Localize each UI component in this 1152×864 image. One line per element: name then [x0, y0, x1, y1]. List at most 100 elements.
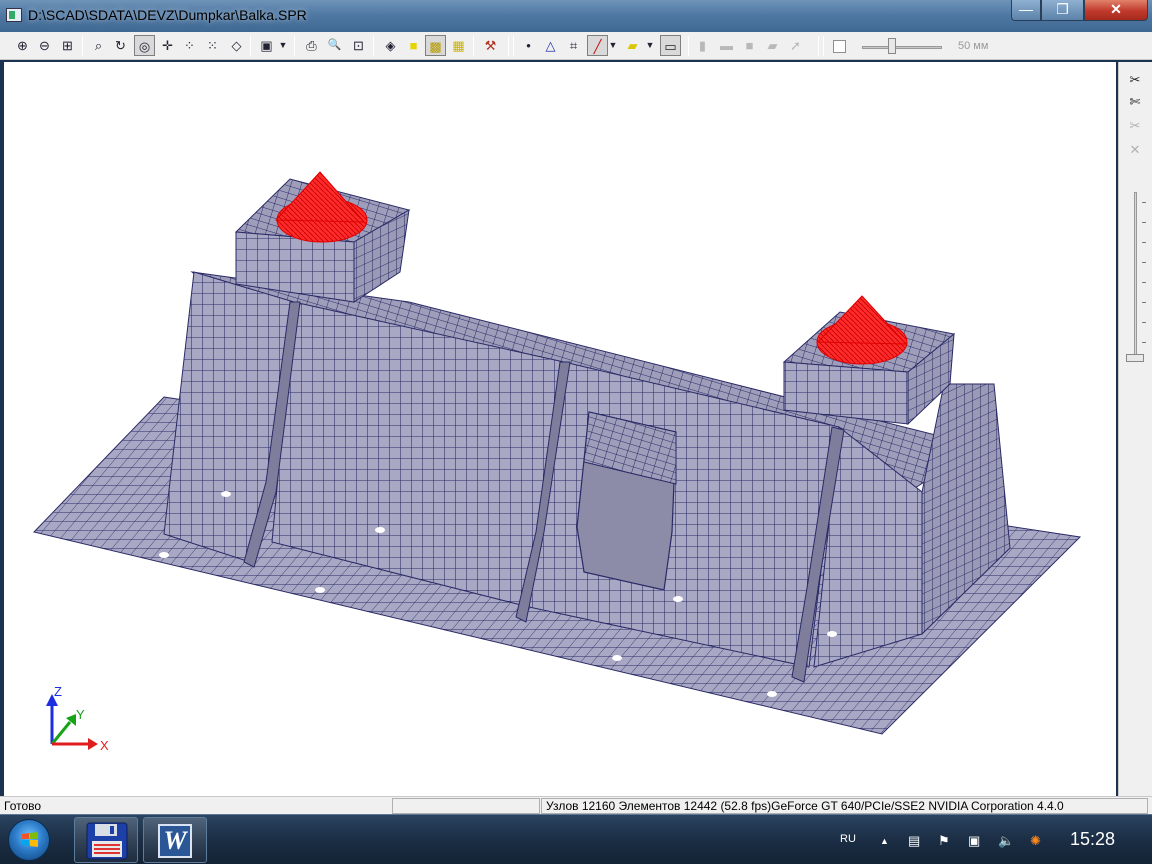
slider-tick [1142, 262, 1146, 263]
solid-cube-icon[interactable]: ▦ [448, 35, 469, 56]
model-viewport[interactable]: Z Y X [4, 62, 1116, 796]
settings-hammer-icon[interactable]: ⚒ [480, 35, 501, 56]
minimize-button[interactable]: — [1011, 0, 1041, 21]
bolt-hole [673, 596, 683, 602]
filter3-icon[interactable]: ■ [739, 35, 760, 56]
preview-icon[interactable]: 🔍 [324, 35, 345, 56]
avast-icon[interactable]: ✺ [1030, 833, 1041, 849]
status-text: Готово [4, 799, 42, 813]
windows-logo-icon [22, 832, 38, 847]
start-button[interactable] [8, 819, 50, 861]
filter4-icon[interactable]: ▰ [762, 35, 783, 56]
restore-fragment-icon[interactable]: ⁙ [202, 35, 223, 56]
cut-plane-slider-thumb[interactable] [1126, 354, 1144, 362]
clock[interactable]: 15:28 [1070, 829, 1115, 850]
bolt-hole [221, 491, 231, 497]
toolbar-separator [508, 36, 509, 56]
thickness-checkbox[interactable] [833, 40, 846, 53]
solid-yellow-icon[interactable]: ■ [403, 35, 424, 56]
load-cone-right [816, 295, 908, 365]
chevron-down-icon[interactable]: ▼ [644, 35, 656, 56]
print-icon[interactable]: ⎙ [301, 35, 322, 56]
app-icon[interactable] [6, 8, 22, 22]
show-hidden-icons-icon[interactable]: ▲ [880, 836, 889, 846]
bolt-hole [375, 527, 385, 533]
toolbar-separator [473, 36, 474, 56]
view-cube-icon[interactable]: ▣ [256, 35, 277, 56]
fe-model-view[interactable]: Z Y X [4, 62, 1116, 796]
fragment-icon[interactable]: ⁘ [179, 35, 200, 56]
bolt-hole [767, 691, 777, 697]
slider-tick [1142, 322, 1146, 323]
bars-icon[interactable]: ╱ [587, 35, 608, 56]
volume-icon[interactable]: 🔈 [998, 833, 1014, 849]
bolt-hole [159, 552, 169, 558]
export-icon[interactable]: ⊡ [348, 35, 369, 56]
tray-app-icon[interactable]: ▤ [908, 833, 920, 849]
bolt-hole [827, 631, 837, 637]
toolbar: ⊕ ⊖ ⊞ ⌕ ↻ ◎ ✛ ⁘ ⁙ ◇ ▣ ▼ ⎙ 🔍 ⊡ ◈ ■ ▩ ▦ ⚒ … [0, 32, 1152, 60]
pan-icon[interactable]: ◎ [134, 35, 155, 56]
zoom-all-icon[interactable]: ⌕ [88, 35, 109, 56]
axis-x-label: X [100, 738, 109, 753]
projection-icon[interactable]: ◇ [226, 35, 247, 56]
thickness-label: 50 мм [958, 40, 989, 52]
bolt-hole [315, 587, 325, 593]
wireframe-icon[interactable]: ◈ [380, 35, 401, 56]
word-taskbar-button[interactable]: W [143, 817, 207, 863]
axis-z-label: Z [54, 684, 62, 699]
right-toolbar: ✂ ✄ ✂ ✕ [1118, 62, 1152, 796]
scad-taskbar-button[interactable] [74, 817, 138, 863]
filter1-icon[interactable]: ▮ [692, 35, 713, 56]
nodes-icon[interactable]: • [518, 35, 539, 56]
language-indicator[interactable]: RU [840, 833, 856, 845]
slider-tick [1142, 222, 1146, 223]
supports-icon[interactable]: △ [540, 35, 561, 56]
toolbar-separator [82, 36, 83, 56]
title-bar: D:\SCAD\SDATA\DEVZ\Dumpkar\Balka.SPR — ❐… [0, 0, 1152, 32]
status-pane [392, 798, 540, 814]
cut-nodes-icon[interactable]: ✄ [1125, 92, 1145, 112]
toolbar-separator [818, 36, 819, 56]
close-button[interactable]: ✕ [1084, 0, 1148, 21]
thickness-slider-thumb[interactable] [888, 38, 896, 54]
chevron-down-icon[interactable]: ▼ [607, 35, 619, 56]
plates-icon[interactable]: ▰ [622, 35, 643, 56]
axis-triad: Z Y X [46, 684, 109, 753]
cut-disabled-icon[interactable]: ✂ [1125, 116, 1145, 136]
window-title: D:\SCAD\SDATA\DEVZ\Dumpkar\Balka.SPR [28, 7, 307, 23]
slider-tick [1142, 202, 1146, 203]
toolbar-separator [294, 36, 295, 56]
filter2-icon[interactable]: ▬ [716, 35, 737, 56]
zoom-window-icon[interactable]: ⊞ [57, 35, 78, 56]
status-model-info: Узлов 12160 Элементов 12442 (52.8 fps)Ge… [541, 798, 1148, 814]
network-icon[interactable]: ▣ [968, 833, 980, 849]
toolbar-separator [373, 36, 374, 56]
toolbar-separator [513, 36, 514, 56]
grid-icon[interactable]: ⌗ [563, 35, 584, 56]
slider-tick [1142, 302, 1146, 303]
toolbar-separator [688, 36, 689, 56]
slider-tick [1142, 242, 1146, 243]
thickness-slider[interactable] [862, 46, 942, 49]
slider-tick [1142, 342, 1146, 343]
slider-tick [1142, 282, 1146, 283]
cut-x-icon[interactable]: ✕ [1125, 140, 1145, 160]
toolbar-separator [823, 36, 824, 56]
zoom-in-icon[interactable]: ⊕ [12, 35, 33, 56]
shrink-icon[interactable]: ▭ [660, 35, 681, 56]
chevron-down-icon[interactable]: ▼ [277, 35, 289, 56]
cut-plane-slider[interactable] [1134, 192, 1137, 362]
maximize-button[interactable]: ❐ [1041, 0, 1084, 21]
cut-icon[interactable]: ✂ [1125, 70, 1145, 90]
filter5-icon[interactable]: ➚ [785, 35, 806, 56]
flag-icon[interactable]: ⚑ [938, 833, 950, 849]
center-icon[interactable]: ✛ [157, 35, 178, 56]
solid-shaded-icon[interactable]: ▩ [425, 35, 446, 56]
floppy-icon [86, 822, 128, 860]
axis-y-label: Y [76, 707, 85, 722]
toolbar-separator [250, 36, 251, 56]
zoom-out-icon[interactable]: ⊖ [34, 35, 55, 56]
rotate-icon[interactable]: ↻ [110, 35, 131, 56]
word-icon: W [158, 824, 192, 858]
